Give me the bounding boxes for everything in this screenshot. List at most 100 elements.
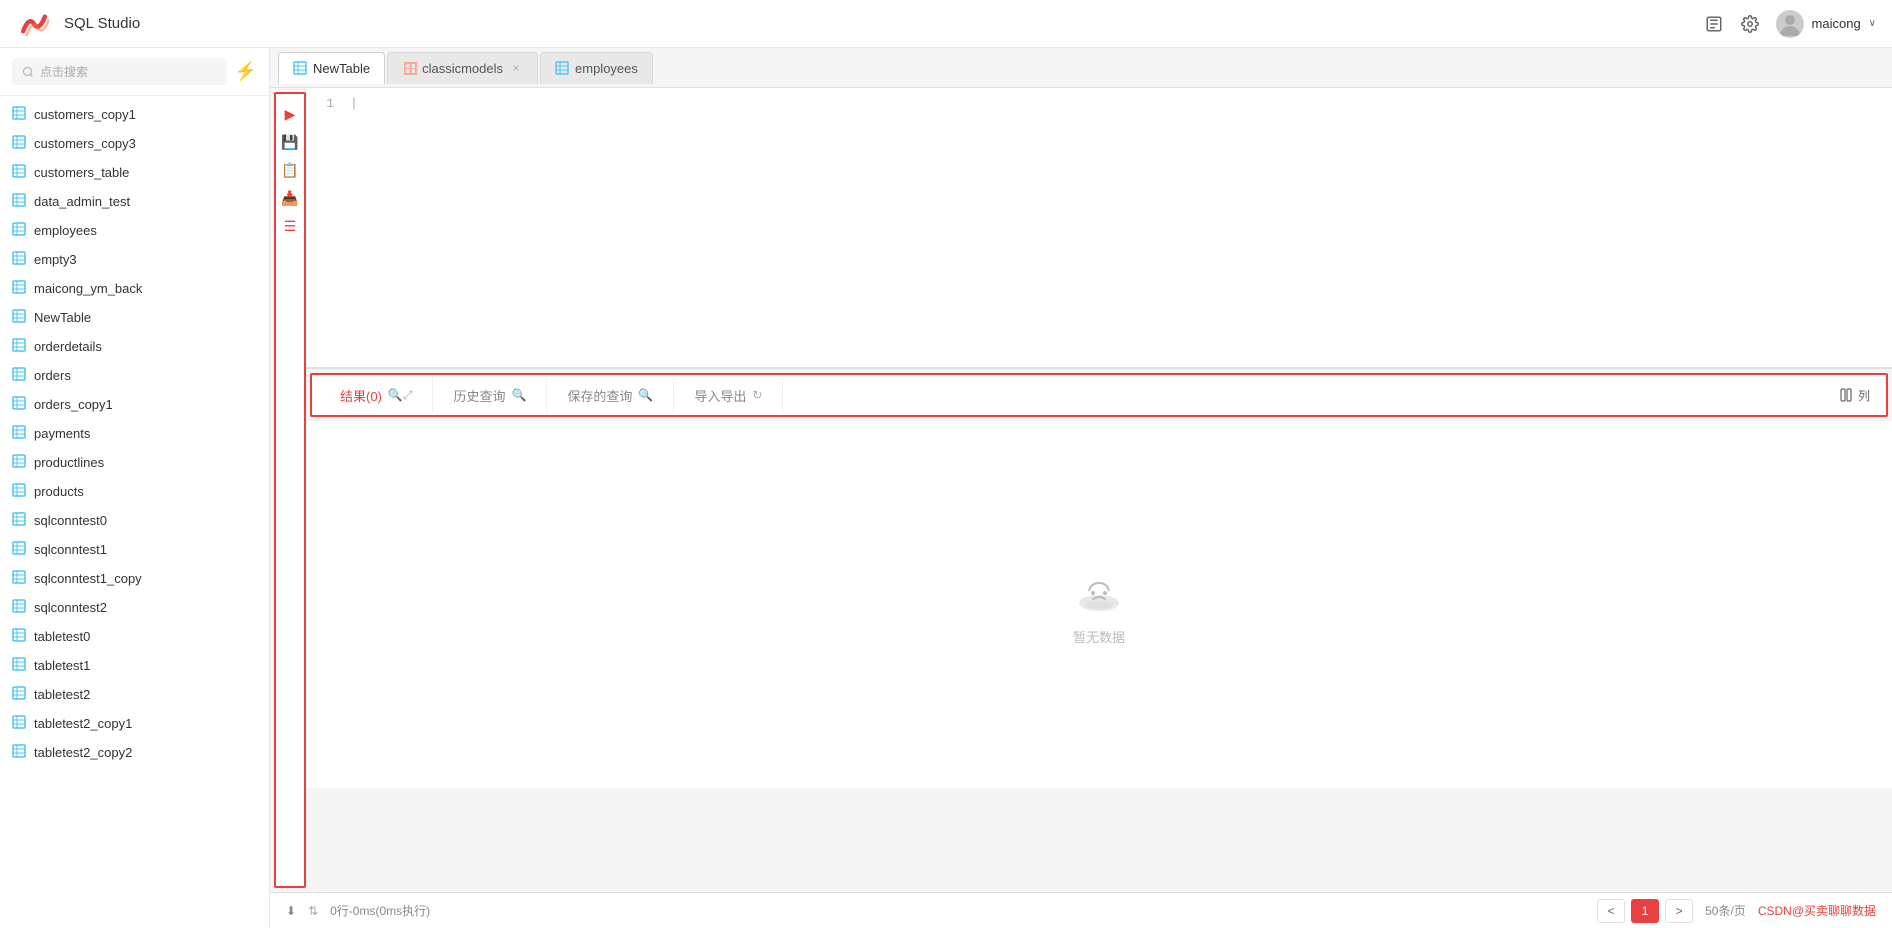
sort-icon: ⇅	[308, 904, 318, 918]
table-icon	[12, 106, 26, 123]
code-editor[interactable]: 1 |	[306, 88, 1892, 368]
sidebar-item[interactable]: products ···	[0, 477, 269, 506]
table-icon	[12, 657, 26, 674]
sidebar-item-label: maicong_ym_back	[34, 281, 235, 296]
sidebar-item-label: sqlconntest0	[34, 513, 235, 528]
docs-icon[interactable]	[1704, 14, 1724, 34]
user-area[interactable]: maicong ∨	[1776, 10, 1876, 38]
tabs-bar: NewTable🗄classicmodels× employees	[270, 48, 1892, 88]
sidebar-item[interactable]: tabletest2 ···	[0, 680, 269, 709]
table-icon	[12, 164, 26, 181]
pagination: < 1 >	[1597, 899, 1693, 923]
sidebar-item-label: NewTable	[34, 310, 235, 325]
sidebar-item[interactable]: orders_copy1 ···	[0, 390, 269, 419]
table-icon	[12, 396, 26, 413]
header: SQL Studio maicong ∨	[0, 0, 1892, 48]
results-panel: 结果(0) 🔍⤢历史查询 🔍保存的查询 🔍导入导出 ↻ 列	[306, 368, 1892, 788]
username: maicong	[1812, 16, 1861, 31]
sidebar-item-label: orders_copy1	[34, 397, 235, 412]
sidebar-item-label: tabletest1	[34, 658, 235, 673]
sidebar-item[interactable]: tabletest0 ···	[0, 622, 269, 651]
menu-icon[interactable]: ☰	[278, 214, 302, 238]
sidebar-item[interactable]: orderdetails ···	[0, 332, 269, 361]
sidebar-item-label: customers_table	[34, 165, 235, 180]
save-icon[interactable]: 💾	[278, 130, 302, 154]
db-tab-icon: 🗄	[402, 61, 416, 75]
chevron-down-icon: ∨	[1869, 18, 1876, 29]
sidebar-item[interactable]: empty3 ···	[0, 245, 269, 274]
result-tab-1[interactable]: 历史查询 🔍	[433, 377, 547, 413]
sidebar-item-label: customers_copy1	[34, 107, 235, 122]
avatar	[1776, 10, 1804, 38]
table-icon	[12, 222, 26, 239]
tab-classicmodels[interactable]: 🗄classicmodels×	[387, 52, 538, 84]
table-icon	[12, 425, 26, 442]
sidebar-item[interactable]: employees ···	[0, 216, 269, 245]
col-button-label: 列	[1858, 387, 1870, 404]
sidebar-item-label: productlines	[34, 455, 235, 470]
sidebar-item[interactable]: tabletest1 ···	[0, 651, 269, 680]
sidebar-item-label: tabletest2_copy1	[34, 716, 235, 731]
sidebar-item[interactable]: customers_copy3 ···	[0, 129, 269, 158]
result-tab-3[interactable]: 导入导出 ↻	[674, 377, 783, 413]
editor-toolbar: ▶ 💾 📋 📥 ☰	[274, 92, 306, 888]
result-tab-icon: 🔍⤢	[388, 388, 413, 403]
table-icon	[12, 715, 26, 732]
result-tab-label: 保存的查询	[567, 386, 632, 405]
sidebar-search-area: 点击搜索 ⚡	[0, 48, 269, 96]
sidebar-item-label: tabletest0	[34, 629, 235, 644]
content-area: NewTable🗄classicmodels× employees ▶💾📋📥☰ …	[270, 48, 1892, 928]
tab-employees[interactable]: employees	[540, 52, 653, 84]
sidebar-item-label: sqlconntest1_copy	[34, 571, 235, 586]
settings-icon[interactable]	[1740, 14, 1760, 34]
result-tab-label: 历史查询	[453, 386, 505, 405]
sidebar-item[interactable]: productlines ···	[0, 448, 269, 477]
table-icon	[12, 744, 26, 761]
run-icon[interactable]: ▶	[278, 102, 302, 126]
prev-page-button[interactable]: <	[1597, 899, 1625, 923]
sidebar-item[interactable]: customers_table ···	[0, 158, 269, 187]
search-placeholder: 点击搜索	[40, 63, 88, 80]
sidebar-item[interactable]: sqlconntest1 ···	[0, 535, 269, 564]
sidebar-item[interactable]: tabletest2_copy1 ···	[0, 709, 269, 738]
line-number: 1	[314, 96, 334, 359]
csdn-link[interactable]: CSDN@买卖聊聊数据	[1758, 902, 1876, 919]
result-tab-2[interactable]: 保存的查询 🔍	[547, 377, 674, 413]
format-icon[interactable]: 📋	[278, 158, 302, 182]
sidebar-item[interactable]: payments ···	[0, 419, 269, 448]
sidebar-item-label: sqlconntest2	[34, 600, 235, 615]
sidebar-item[interactable]: customers_copy1 ···	[0, 100, 269, 129]
next-page-button[interactable]: >	[1665, 899, 1693, 923]
sidebar-item[interactable]: data_admin_test ···	[0, 187, 269, 216]
result-tab-icon: 🔍	[638, 388, 653, 402]
sidebar-item-label: tabletest2	[34, 687, 235, 702]
current-page[interactable]: 1	[1631, 899, 1659, 923]
tab-close-button[interactable]: ×	[509, 61, 523, 75]
sidebar-item[interactable]: sqlconntest0 ···	[0, 506, 269, 535]
sidebar: 点击搜索 ⚡ customers_copy1 ··· customers_cop…	[0, 48, 270, 928]
sidebar-item[interactable]: sqlconntest2 ···	[0, 593, 269, 622]
table-icon	[12, 599, 26, 616]
sidebar-item[interactable]: maicong_ym_back ···	[0, 274, 269, 303]
sidebar-item[interactable]: tabletest2_copy2 ···	[0, 738, 269, 767]
header-icons: maicong ∨	[1704, 10, 1876, 38]
sidebar-item-label: employees	[34, 223, 235, 238]
cursor-line: |	[350, 96, 358, 359]
sidebar-item[interactable]: orders ···	[0, 361, 269, 390]
empty-text: 暂无数据	[1073, 627, 1125, 646]
result-tab-0[interactable]: 结果(0) 🔍⤢	[320, 377, 433, 413]
col-button[interactable]: 列	[1832, 383, 1878, 408]
download-icon[interactable]: ⬇	[286, 904, 296, 918]
table-tab-icon	[555, 61, 569, 75]
result-tab-icon: ↻	[752, 388, 762, 402]
search-box[interactable]: 点击搜索	[12, 58, 227, 85]
sidebar-item[interactable]: sqlconntest1_copy ···	[0, 564, 269, 593]
bolt-icon[interactable]: ⚡	[235, 61, 257, 82]
sidebar-item[interactable]: NewTable ···	[0, 303, 269, 332]
tab-newtable[interactable]: NewTable	[278, 52, 385, 84]
table-icon	[12, 280, 26, 297]
search-icon	[22, 66, 34, 78]
download-icon[interactable]: 📥	[278, 186, 302, 210]
sidebar-item-label: orderdetails	[34, 339, 235, 354]
table-icon	[12, 541, 26, 558]
